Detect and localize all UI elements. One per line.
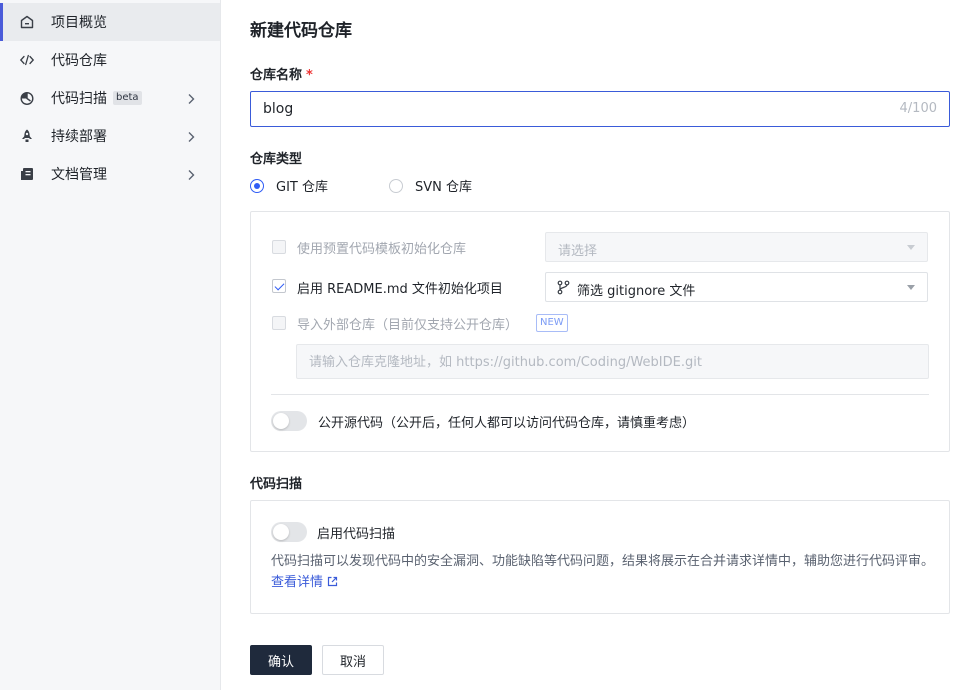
caret-down-icon (907, 285, 915, 290)
gitignore-select-value: 筛选 gitignore 文件 (577, 284, 696, 299)
sidebar-item-overview[interactable]: 项目概览 (0, 3, 220, 41)
sidebar-item-docs[interactable]: 文档管理 (0, 155, 220, 193)
repo-name-field[interactable]: 4/100 (250, 91, 950, 127)
repo-name-input[interactable] (263, 100, 863, 118)
chevron-right-icon[interactable] (184, 167, 198, 181)
code-scan-description-text: 代码扫描可以发现代码中的安全漏洞、功能缺陷等代码问题，结果将展示在合并请求详情中… (271, 554, 935, 569)
template-select-placeholder: 请选择 (558, 244, 598, 259)
radio-git-label[interactable]: GIT 仓库 (276, 176, 328, 195)
gitignore-select[interactable]: 筛选 gitignore 文件 (545, 272, 928, 302)
radio-svn-label[interactable]: SVN 仓库 (415, 176, 472, 195)
repo-name-label-text: 仓库名称 (250, 68, 303, 83)
repo-type-label: 仓库类型 (250, 152, 303, 167)
sidebar-item-label: 代码扫描 (51, 91, 107, 107)
code-scan-toggle[interactable] (271, 522, 307, 542)
sidebar-item-label: 持续部署 (51, 129, 107, 145)
scan-panel: 启用代码扫描 代码扫描可以发现代码中的安全漏洞、功能缺陷等代码问题，结果将展示在… (250, 500, 950, 614)
sidebar: 项目概览 代码仓库 代码扫描 beta 持续部署 文档管理 (0, 0, 221, 690)
sidebar-item-label: 代码仓库 (51, 53, 107, 69)
sidebar-item-label: 项目概览 (51, 15, 107, 31)
code-icon (19, 52, 35, 68)
page-title: 新建代码仓库 (250, 21, 352, 41)
view-details-text[interactable]: 查看详情 (271, 575, 323, 590)
readme-checkbox[interactable] (272, 279, 286, 293)
scan-icon (19, 90, 35, 106)
scan-section-title: 代码扫描 (250, 477, 303, 492)
repo-name-label: 仓库名称 * (250, 64, 313, 83)
radio-git[interactable] (250, 179, 264, 193)
sidebar-item-label: 文档管理 (51, 167, 107, 183)
template-select[interactable]: 请选择 (545, 232, 928, 262)
import-checkbox[interactable] (272, 316, 286, 330)
sidebar-item-scan[interactable]: 代码扫描 beta (0, 79, 220, 117)
home-icon (19, 14, 35, 30)
document-icon (19, 166, 35, 182)
app-root: 项目概览 代码仓库 代码扫描 beta 持续部署 文档管理 新建代码仓库 仓库名… (0, 0, 965, 690)
clone-url-input[interactable] (309, 354, 909, 371)
cancel-button[interactable]: 取消 (322, 645, 384, 675)
template-checkbox[interactable] (272, 240, 286, 254)
sidebar-item-repos[interactable]: 代码仓库 (0, 41, 220, 79)
chevron-right-icon[interactable] (184, 91, 198, 105)
public-source-label: 公开源代码（公开后，任何人都可以访问代码仓库，请慎重考虑） (318, 416, 696, 431)
branch-icon (557, 280, 570, 299)
beta-badge: beta (113, 91, 142, 105)
view-details-link[interactable]: 查看详情 (271, 575, 338, 590)
public-source-toggle[interactable] (271, 411, 307, 431)
import-label: 导入外部仓库（目前仅支持公开仓库） (297, 318, 519, 333)
template-label: 使用预置代码模板初始化仓库 (297, 242, 467, 257)
init-options-panel: 使用预置代码模板初始化仓库 请选择 启用 README.md 文件初始化项目 筛… (250, 211, 950, 452)
radio-svn[interactable] (389, 179, 403, 193)
external-link-icon[interactable] (327, 573, 338, 594)
chevron-right-icon[interactable] (184, 129, 198, 143)
required-mark: * (306, 68, 313, 83)
code-scan-description: 代码扫描可以发现代码中的安全漏洞、功能缺陷等代码问题，结果将展示在合并请求详情中… (271, 551, 936, 594)
new-badge: NEW (536, 314, 568, 332)
main-content: 新建代码仓库 仓库名称* 4/100 仓库类型 GIT 仓库 SVN 仓库 使用… (221, 0, 965, 690)
code-scan-label: 启用代码扫描 (317, 527, 396, 542)
rocket-icon (19, 128, 35, 144)
clone-url-field[interactable] (296, 344, 929, 379)
char-count: 4/100 (899, 101, 937, 116)
panel-divider (271, 394, 929, 395)
sidebar-item-deploy[interactable]: 持续部署 (0, 117, 220, 155)
readme-label: 启用 README.md 文件初始化项目 (297, 282, 503, 297)
caret-down-icon (907, 245, 915, 250)
confirm-button[interactable]: 确认 (250, 645, 312, 675)
